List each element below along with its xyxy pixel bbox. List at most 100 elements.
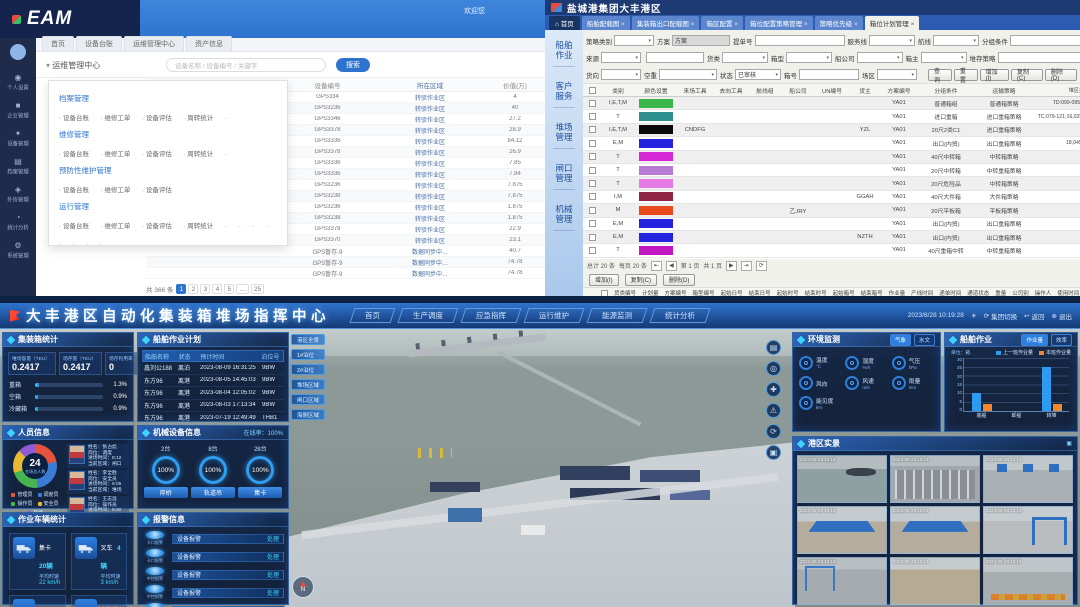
- tos-tab[interactable]: 箱位配置策略管理: [745, 16, 813, 30]
- tos-nav-item[interactable]: 机械管理: [553, 204, 575, 231]
- color-swatch[interactable]: [639, 192, 673, 201]
- sidebar-item[interactable]: ◔ 统计分析: [0, 214, 36, 232]
- tos-tab[interactable]: 策略优先级: [815, 16, 863, 30]
- color-swatch[interactable]: [639, 139, 673, 148]
- alarm-handle-button[interactable]: 处理: [267, 588, 279, 597]
- ops-tab-volume[interactable]: 作业量: [1021, 334, 1048, 346]
- menu-item[interactable]: 周转统计: [183, 220, 213, 230]
- refresh-icon[interactable]: ⟳: [756, 261, 767, 271]
- alarm-handle-button[interactable]: 处理: [267, 534, 279, 543]
- strategy-row[interactable]: E,M NZTH YA01 出口(内贸) 出口重箱策略: [583, 231, 1080, 244]
- row-checkbox[interactable]: [589, 180, 596, 187]
- ship-plan-row[interactable]: 东方96 离港 2023-08-03 17:13:34 9BW: [142, 400, 284, 413]
- filter-control[interactable]: [646, 52, 704, 63]
- filter-control[interactable]: [614, 35, 654, 46]
- ship-plan-row[interactable]: 东方96 离港 2023-08-04 12:05:02 9BW: [142, 387, 284, 400]
- filter-control[interactable]: [722, 52, 768, 63]
- machine-type-button[interactable]: 集卡: [238, 487, 282, 498]
- map-tool-button[interactable]: ▤: [766, 340, 781, 355]
- menu-item[interactable]: [73, 241, 75, 246]
- filter-control[interactable]: 已审核: [735, 69, 781, 80]
- tos-nav-item[interactable]: 客户服务: [553, 81, 575, 108]
- color-swatch[interactable]: [639, 166, 673, 175]
- row-checkbox[interactable]: [589, 193, 596, 200]
- filter-button[interactable]: 删除(D): [1045, 69, 1077, 81]
- menu-item[interactable]: [225, 151, 227, 158]
- camera-feed[interactable]: 2023-08-28 10:19: [890, 455, 980, 503]
- view-pill[interactable]: 1#泊位: [291, 349, 325, 360]
- row-checkbox[interactable]: [589, 234, 596, 241]
- eam-tab[interactable]: 设备台账: [76, 36, 122, 51]
- select-all-checkbox[interactable]: [589, 87, 596, 94]
- view-pill[interactable]: 海侧区域: [291, 409, 325, 420]
- menu-section-title[interactable]: 档案管理: [59, 93, 277, 104]
- header-action-button[interactable]: ⟳ 集团切换: [984, 311, 1017, 321]
- ship-plan-row[interactable]: 东方96 离港 2023-07-19 12:49:49 THB1: [142, 412, 284, 425]
- menu-item[interactable]: 设备评估: [142, 220, 172, 230]
- strategy-row[interactable]: T YA01 40尺重箱中转 中转重箱策略: [583, 244, 1080, 257]
- table-row[interactable]: GPS暂存-9 数据同步中… 40.7: [146, 246, 545, 257]
- ship-plan-row[interactable]: 东方96 离港 2023-08-05 14:45:03 9BW: [142, 375, 284, 388]
- strategy-row[interactable]: I,E,T,M YA01 普通箱组 普通箱策略 TD:099-095-0,08: [583, 97, 1080, 110]
- strategy-row[interactable]: T YA01 20尺中转箱 中转重箱策略: [583, 164, 1080, 177]
- menu-item[interactable]: 维修工单: [100, 148, 130, 158]
- sidebar-item[interactable]: ⚙ 系统管理: [0, 242, 36, 260]
- filter-control[interactable]: [869, 35, 915, 46]
- vehicle-tile[interactable]: 空箱堆高机 0辆 平均时速 5 km/h: [71, 595, 128, 607]
- compass[interactable]: N: [292, 576, 314, 598]
- strategy-row[interactable]: E,M YA01 出口(内贸) 出口重箱策略: [583, 218, 1080, 231]
- sidebar-item[interactable]: ◉ 个人设置: [0, 74, 36, 92]
- menu-item[interactable]: 周转统计: [183, 112, 213, 122]
- strategy-row[interactable]: M 乙JRY YA01 20尺平板箱 平板箱策略: [583, 204, 1080, 217]
- bar-series-prev[interactable]: [1042, 367, 1051, 411]
- tos-tab-active[interactable]: 箱位计划管理: [865, 16, 920, 30]
- menu-item[interactable]: [86, 241, 88, 246]
- menu-item[interactable]: 设备台账: [59, 148, 89, 158]
- ops-tab-efficiency[interactable]: 效率: [1051, 334, 1072, 346]
- page-number[interactable]: …: [236, 284, 249, 294]
- bar-series-prev[interactable]: [972, 393, 981, 411]
- eam-tab[interactable]: 运维管理中心: [124, 36, 184, 51]
- env-tab-weather[interactable]: 气象: [890, 334, 911, 346]
- menu-item[interactable]: [100, 241, 102, 246]
- tos-nav-item[interactable]: 船舶作业: [553, 40, 575, 67]
- menu-item[interactable]: 设备评估: [142, 184, 172, 194]
- dash-nav-tab[interactable]: 运行维护: [524, 308, 585, 323]
- filter-control[interactable]: 方案: [672, 35, 730, 46]
- filter-control[interactable]: [998, 52, 1080, 63]
- first-page-button[interactable]: ⇤: [651, 261, 662, 271]
- row-checkbox[interactable]: [589, 113, 596, 120]
- view-pill[interactable]: 闸口区域: [291, 394, 325, 405]
- page-number[interactable]: 3: [200, 284, 210, 294]
- menu-section-title[interactable]: 运行管理: [59, 201, 277, 212]
- filter-control[interactable]: [659, 69, 717, 80]
- sidebar-item[interactable]: ▤ 档案管理: [0, 158, 36, 176]
- dash-nav-tab[interactable]: 首页: [350, 308, 396, 323]
- camera-feed[interactable]: 2023-08-28 10:19: [983, 455, 1073, 503]
- filter-control[interactable]: [1010, 35, 1080, 46]
- sidebar-item[interactable]: ✦ 设备管理: [0, 130, 36, 148]
- camera-feed[interactable]: 2023-08-28 10:19: [983, 557, 1073, 605]
- vehicle-tile[interactable]: 集卡 20辆 平均时速 22 km/h: [9, 533, 66, 590]
- camera-feed[interactable]: 2023-08-28 10:19: [890, 557, 980, 605]
- header-action-button[interactable]: ⊗ 退出: [1052, 311, 1072, 321]
- header-action-button[interactable]: ↩ 返回: [1024, 311, 1044, 321]
- action-button[interactable]: 删除(D): [663, 274, 695, 286]
- alarm-bar[interactable]: 设备报警 处理: [172, 570, 284, 580]
- tos-tab[interactable]: 集装箱出口配载图: [632, 16, 700, 30]
- filter-control[interactable]: [933, 35, 979, 46]
- color-swatch[interactable]: [639, 152, 673, 161]
- machine-type-button[interactable]: 岸桥: [144, 487, 188, 498]
- row-checkbox[interactable]: [589, 167, 596, 174]
- alarm-bar[interactable]: 设备报警 处理: [172, 552, 284, 562]
- map-tool-button[interactable]: ◎: [766, 361, 781, 376]
- breadcrumb[interactable]: 运维管理中心: [46, 60, 100, 71]
- dash-nav-tab[interactable]: 生产调度: [398, 308, 459, 323]
- page-number[interactable]: 5: [224, 284, 234, 294]
- view-pill[interactable]: 堆场区域: [291, 379, 325, 390]
- menu-section-title[interactable]: 预防性维护管理: [59, 165, 277, 176]
- last-page-button[interactable]: ⇥: [741, 261, 752, 271]
- color-swatch[interactable]: [639, 219, 673, 228]
- sidebar-item[interactable]: ■ 企业管理: [0, 102, 36, 120]
- prev-page-button[interactable]: ◀: [666, 261, 677, 271]
